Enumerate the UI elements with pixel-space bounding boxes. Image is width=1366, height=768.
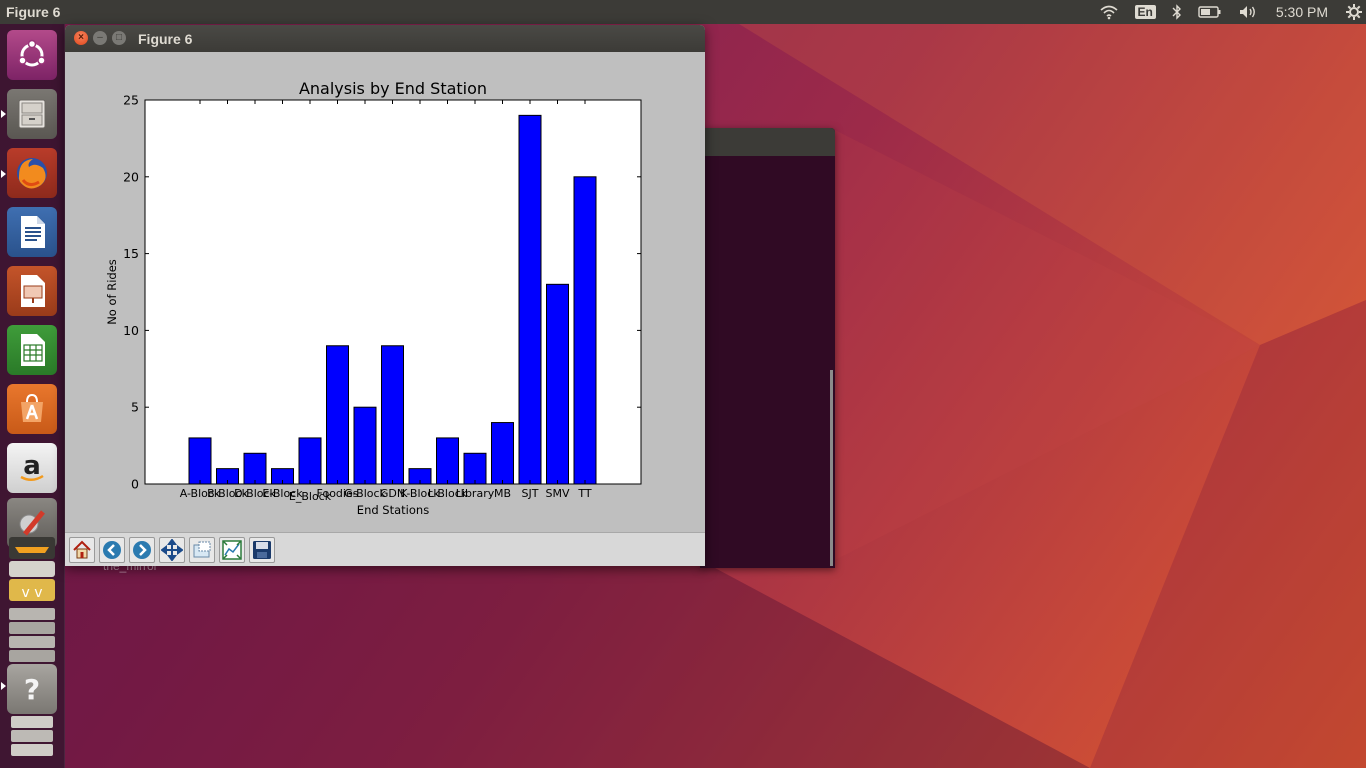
y-tick-label: 25 [123,93,139,108]
forward-button[interactable] [129,537,155,563]
svg-text:v v: v v [21,585,42,601]
launcher: a v v ? [0,24,65,768]
firefox-icon [17,158,47,189]
maximize-button[interactable]: □ [112,31,126,45]
launcher-item-amazon[interactable]: a [7,443,57,493]
bar-a-block [188,437,212,485]
floppy-disk-icon [253,541,271,559]
svg-text:?: ? [24,673,40,706]
y-axis-label: No of Rides [105,259,119,325]
chart-title: Analysis by End Station [299,79,487,98]
impress-icon [21,275,45,307]
back-button[interactable] [99,537,125,563]
ubuntu-logo-icon [18,39,46,67]
x-axis-label: End Stations [357,503,429,517]
configure-subplots-button[interactable] [219,537,245,563]
bar-sjt [518,114,542,485]
y-tick-label: 20 [123,169,139,184]
stacked-drives-icon [11,716,53,756]
subplots-icon [222,540,242,560]
system-tray: En 5:30 PM [1091,0,1366,24]
home-icon [73,540,91,559]
launcher-item-ubuntu-dash[interactable] [7,30,57,80]
battery-icon[interactable] [1198,5,1222,19]
bar-foodies [326,345,349,485]
figure-canvas[interactable]: Analysis by End Station End Stations No … [65,52,705,532]
y-tick-label: 5 [131,400,139,415]
navigation-toolbar [65,532,705,566]
bar-library [463,452,487,485]
keyboard-layout-indicator[interactable]: En [1134,5,1156,19]
software-center-icon [21,393,43,422]
bluetooth-icon[interactable] [1172,4,1182,20]
launcher-item-stacked-apps[interactable]: v v [7,535,57,605]
zoom-button[interactable] [189,537,215,563]
bar-chart: Analysis by End Station End Stations No … [105,79,642,517]
save-button[interactable] [249,537,275,563]
x-tick-label: Library [456,487,495,500]
home-button[interactable] [69,537,95,563]
forward-arrow-icon [133,541,151,559]
launcher-item-help[interactable]: ? [7,664,57,714]
calc-icon [21,334,45,366]
gear-icon[interactable] [1346,4,1362,20]
launcher-item-files[interactable] [7,89,57,139]
launcher-item-libreoffice-impress[interactable] [7,266,57,316]
close-button[interactable]: × [74,31,88,45]
terminal-scrollbar[interactable] [830,370,833,566]
launcher-item-trash-stack[interactable] [7,714,57,766]
zoom-rect-icon [193,541,211,558]
wifi-icon[interactable] [1099,4,1119,20]
bar-e-block [298,437,322,485]
y-tick-label: 10 [123,323,139,338]
pan-button[interactable] [159,537,185,563]
svg-text:a: a [23,451,41,481]
figure-window: × – □ Figure 6 Analysis by End Station E… [65,25,705,566]
move-arrows-icon [161,539,183,561]
terminal-titlebar[interactable] [700,128,835,156]
amazon-icon: a [20,451,44,481]
volume-icon[interactable] [1238,4,1258,20]
bar-g-block [353,406,377,485]
launcher-item-libreoffice-calc[interactable] [7,325,57,375]
window-title: Figure 6 [138,31,193,47]
back-arrow-icon [103,541,121,559]
question-mark-icon: ? [24,673,40,706]
x-tick-label: MB [494,487,511,500]
active-window-title: Figure 6 [6,4,61,20]
background-terminal-window[interactable] [700,128,835,568]
bar-l-block [436,437,459,485]
bar-smv [546,283,569,485]
writer-icon [21,216,45,248]
file-cabinet-icon [18,99,46,129]
y-tick-label: 0 [131,477,139,492]
bar-gdn [381,345,404,485]
stacked-drives-icon [9,608,55,662]
x-tick-label: TT [577,487,592,500]
launcher-item-ubuntu-software[interactable] [7,384,57,434]
y-tick-label: 15 [123,246,139,261]
clock[interactable]: 5:30 PM [1276,4,1328,20]
bar-tt [573,176,597,485]
bar-d-block [243,452,267,485]
minimize-button[interactable]: – [93,31,107,45]
launcher-item-stack-2[interactable] [7,606,57,668]
top-panel: Figure 6 En 5:30 PM [0,0,1366,24]
x-tick-label: SJT [522,487,539,500]
x-tick-label: SMV [546,487,570,500]
launcher-item-firefox[interactable] [7,148,57,198]
window-titlebar[interactable]: × – □ Figure 6 [65,25,705,52]
launcher-item-libreoffice-writer[interactable] [7,207,57,257]
bar-mb [491,422,514,485]
stacked-windows-icon: v v [9,537,55,601]
